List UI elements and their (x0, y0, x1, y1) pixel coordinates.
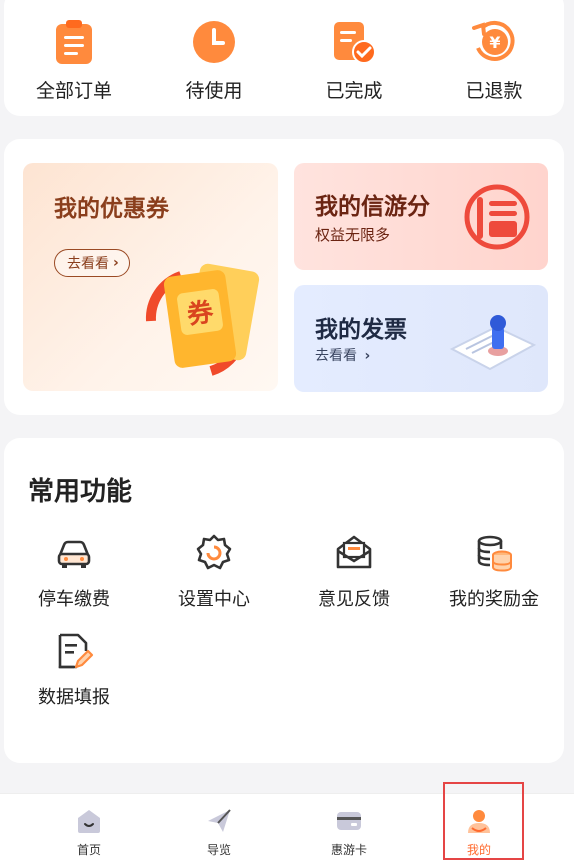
my-rewards-label: 我的奖励金 (449, 589, 539, 610)
feedback-button[interactable]: 意见反馈 (284, 533, 424, 611)
coupons-view-button[interactable]: 去看看 › (54, 249, 130, 277)
data-report-button[interactable]: 数据填报 (4, 631, 144, 709)
clipboard-icon (56, 20, 92, 64)
settings-center-button[interactable]: 设置中心 (144, 533, 284, 611)
tab-guide[interactable]: 导览 (154, 794, 284, 861)
credit-seal-icon (464, 184, 530, 250)
chevron-right-icon: › (364, 348, 371, 364)
refund-yen-icon: ¥ (472, 20, 515, 61)
completed-label: 已完成 (325, 80, 383, 102)
tab-travel-card[interactable]: 惠游卡 (284, 794, 414, 861)
coupons-view-label: 去看看 (67, 256, 109, 272)
document-check-icon (334, 22, 376, 64)
my-coupons-title: 我的优惠券 (54, 196, 169, 222)
pending-use-label: 待使用 (185, 80, 243, 102)
svg-text:¥: ¥ (489, 33, 500, 52)
my-invoices-title: 我的发票 (315, 317, 407, 343)
home-icon (78, 810, 100, 833)
chevron-right-icon: › (113, 255, 119, 271)
edit-document-icon (58, 633, 94, 669)
completed-button[interactable]: 已完成 (284, 18, 424, 103)
parking-payment-button[interactable]: 停车缴费 (4, 533, 144, 611)
my-credit-title: 我的信游分 (315, 194, 430, 220)
feedback-mail-icon (336, 535, 372, 569)
my-rewards-button[interactable]: 我的奖励金 (424, 533, 564, 611)
data-report-label: 数据填报 (38, 687, 110, 708)
my-invoices-tile[interactable]: 我的发票 去看看 › (294, 285, 548, 392)
invoices-view-link[interactable]: 去看看 › (315, 345, 370, 365)
card-icon (337, 812, 361, 830)
car-icon (57, 540, 91, 568)
tab-travel-card-label: 惠游卡 (330, 843, 367, 857)
my-credit-subtitle: 权益无限多 (315, 226, 391, 244)
selection-highlight-box (443, 782, 524, 860)
common-functions-heading: 常用功能 (28, 477, 133, 507)
clock-icon (193, 21, 235, 63)
coins-icon (477, 535, 512, 572)
coupon-ticket-icon: 券 (145, 263, 260, 376)
common-functions-card: 常用功能 停车缴费 设置中心 意见反馈 我的奖励金 数据填报 (4, 438, 564, 763)
tab-home[interactable]: 首页 (24, 794, 154, 861)
invoice-stamp-icon (449, 315, 537, 371)
my-coupons-tile[interactable]: 我的优惠券 去看看 › 券 (23, 163, 278, 391)
settings-icon (196, 534, 232, 570)
tab-home-label: 首页 (76, 843, 101, 857)
my-credit-score-tile[interactable]: 我的信游分 权益无限多 (294, 163, 548, 270)
pending-use-button[interactable]: 待使用 (144, 18, 284, 103)
order-status-card: 全部订单 待使用 已完成 ¥ 已退款 (4, 0, 564, 116)
refunded-label: 已退款 (465, 80, 523, 102)
parking-payment-label: 停车缴费 (38, 589, 110, 610)
refunded-button[interactable]: ¥ 已退款 (424, 18, 564, 103)
tab-guide-label: 导览 (206, 843, 231, 857)
invoices-view-label: 去看看 (315, 348, 357, 364)
all-orders-button[interactable]: 全部订单 (4, 18, 144, 103)
paper-plane-icon (208, 809, 231, 832)
coupon-art-text: 券 (185, 297, 216, 330)
all-orders-label: 全部订单 (35, 80, 112, 102)
benefits-card: 我的优惠券 去看看 › 券 我的信游分 权益无限多 我的发票 去看看 › (4, 139, 564, 415)
feedback-label: 意见反馈 (318, 589, 390, 610)
settings-center-label: 设置中心 (178, 589, 250, 610)
